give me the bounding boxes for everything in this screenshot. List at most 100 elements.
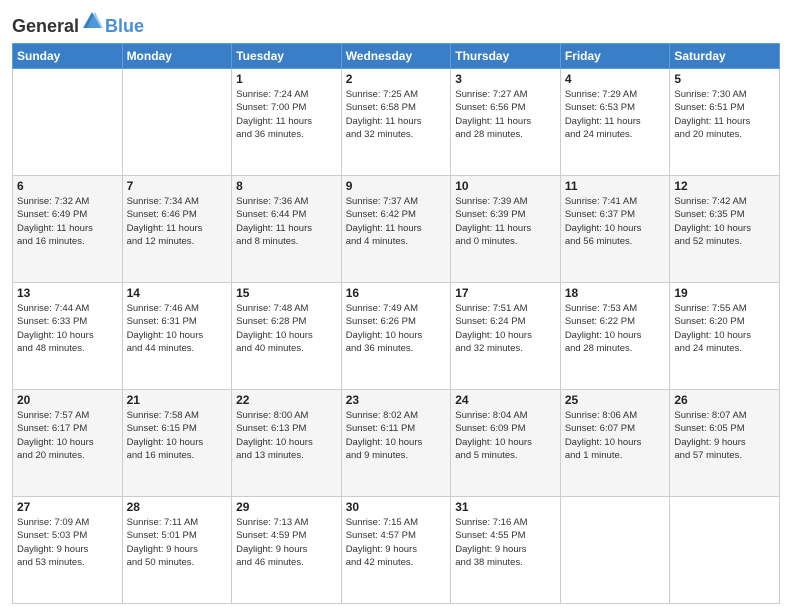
calendar-cell: 1 Sunrise: 7:24 AM Sunset: 7:00 PM Daylig… <box>232 69 342 176</box>
day-info: Sunrise: 7:48 AM Sunset: 6:28 PM Dayligh… <box>236 302 337 355</box>
calendar-cell <box>670 497 780 604</box>
calendar-cell: 4Sunrise: 7:29 AM Sunset: 6:53 PM Daylig… <box>560 69 670 176</box>
weekday-header-cell: Sunday <box>13 44 123 69</box>
calendar-cell: 30 Sunrise: 7:15 AM Sunset: 4:57 PM Dayli… <box>341 497 451 604</box>
weekday-header-cell: Friday <box>560 44 670 69</box>
day-info: Sunrise: 8:07 AM Sunset: 6:05 PM Dayligh… <box>674 409 775 462</box>
day-number: 16 <box>346 286 447 300</box>
calendar-cell: 21 Sunrise: 7:58 AM Sunset: 6:15 PM Dayli… <box>122 390 232 497</box>
day-number: 9 <box>346 179 447 193</box>
calendar-cell: 20 Sunrise: 7:57 AM Sunset: 6:17 PM Dayli… <box>13 390 123 497</box>
day-info: Sunrise: 7:32 AM Sunset: 6:49 PM Dayligh… <box>17 195 118 248</box>
calendar-cell <box>560 497 670 604</box>
calendar-cell: 5Sunrise: 7:30 AM Sunset: 6:51 PM Daylig… <box>670 69 780 176</box>
calendar-cell: 8 Sunrise: 7:36 AM Sunset: 6:44 PM Daylig… <box>232 176 342 283</box>
day-info: Sunrise: 7:15 AM Sunset: 4:57 PM Dayligh… <box>346 516 447 569</box>
calendar-cell: 13 Sunrise: 7:44 AM Sunset: 6:33 PM Dayli… <box>13 283 123 390</box>
calendar-cell: 22Sunrise: 8:00 AM Sunset: 6:13 PM Dayli… <box>232 390 342 497</box>
calendar-cell: 15 Sunrise: 7:48 AM Sunset: 6:28 PM Dayli… <box>232 283 342 390</box>
day-number: 7 <box>127 179 228 193</box>
calendar-cell: 27Sunrise: 7:09 AM Sunset: 5:03 PM Dayli… <box>13 497 123 604</box>
day-number: 21 <box>127 393 228 407</box>
logo-text: General Blue <box>12 10 144 37</box>
day-number: 2 <box>346 72 447 86</box>
day-info: Sunrise: 7:13 AM Sunset: 4:59 PM Dayligh… <box>236 516 337 569</box>
day-number: 4 <box>565 72 666 86</box>
day-info: Sunrise: 7:37 AM Sunset: 6:42 PM Dayligh… <box>346 195 447 248</box>
weekday-header-cell: Thursday <box>451 44 561 69</box>
day-number: 31 <box>455 500 556 514</box>
day-info: Sunrise: 7:51 AM Sunset: 6:24 PM Dayligh… <box>455 302 556 355</box>
day-info: Sunrise: 7:34 AM Sunset: 6:46 PM Dayligh… <box>127 195 228 248</box>
day-number: 25 <box>565 393 666 407</box>
calendar-cell: 16 Sunrise: 7:49 AM Sunset: 6:26 PM Dayli… <box>341 283 451 390</box>
day-number: 18 <box>565 286 666 300</box>
page-header: General Blue <box>12 10 780 37</box>
day-number: 30 <box>346 500 447 514</box>
weekday-header-cell: Monday <box>122 44 232 69</box>
day-number: 12 <box>674 179 775 193</box>
weekday-header-cell: Tuesday <box>232 44 342 69</box>
calendar-table: SundayMondayTuesdayWednesdayThursdayFrid… <box>12 43 780 604</box>
day-number: 20 <box>17 393 118 407</box>
calendar-cell: 25 Sunrise: 8:06 AM Sunset: 6:07 PM Dayli… <box>560 390 670 497</box>
day-info: Sunrise: 7:16 AM Sunset: 4:55 PM Dayligh… <box>455 516 556 569</box>
day-number: 15 <box>236 286 337 300</box>
calendar-cell: 31 Sunrise: 7:16 AM Sunset: 4:55 PM Dayli… <box>451 497 561 604</box>
day-number: 28 <box>127 500 228 514</box>
logo-blue: Blue <box>105 16 144 36</box>
day-number: 3 <box>455 72 556 86</box>
day-info: Sunrise: 7:58 AM Sunset: 6:15 PM Dayligh… <box>127 409 228 462</box>
day-number: 8 <box>236 179 337 193</box>
weekday-header-row: SundayMondayTuesdayWednesdayThursdayFrid… <box>13 44 780 69</box>
logo-general: General <box>12 16 79 36</box>
logo-icon <box>81 10 103 32</box>
weekday-header-cell: Wednesday <box>341 44 451 69</box>
calendar-cell: 17 Sunrise: 7:51 AM Sunset: 6:24 PM Dayli… <box>451 283 561 390</box>
day-number: 17 <box>455 286 556 300</box>
calendar-cell: 6 Sunrise: 7:32 AM Sunset: 6:49 PM Daylig… <box>13 176 123 283</box>
calendar-cell: 3 Sunrise: 7:27 AM Sunset: 6:56 PM Daylig… <box>451 69 561 176</box>
calendar-cell: 28 Sunrise: 7:11 AM Sunset: 5:01 PM Dayli… <box>122 497 232 604</box>
day-number: 14 <box>127 286 228 300</box>
day-info: Sunrise: 7:42 AM Sunset: 6:35 PM Dayligh… <box>674 195 775 248</box>
day-info: Sunrise: 7:27 AM Sunset: 6:56 PM Dayligh… <box>455 88 556 141</box>
calendar-cell: 14Sunrise: 7:46 AM Sunset: 6:31 PM Dayli… <box>122 283 232 390</box>
day-info: Sunrise: 7:24 AM Sunset: 7:00 PM Dayligh… <box>236 88 337 141</box>
day-info: Sunrise: 7:41 AM Sunset: 6:37 PM Dayligh… <box>565 195 666 248</box>
calendar-cell: 24Sunrise: 8:04 AM Sunset: 6:09 PM Dayli… <box>451 390 561 497</box>
day-number: 22 <box>236 393 337 407</box>
calendar-cell: 11Sunrise: 7:41 AM Sunset: 6:37 PM Dayli… <box>560 176 670 283</box>
day-info: Sunrise: 7:44 AM Sunset: 6:33 PM Dayligh… <box>17 302 118 355</box>
day-info: Sunrise: 8:06 AM Sunset: 6:07 PM Dayligh… <box>565 409 666 462</box>
day-info: Sunrise: 7:49 AM Sunset: 6:26 PM Dayligh… <box>346 302 447 355</box>
calendar-cell: 23 Sunrise: 8:02 AM Sunset: 6:11 PM Dayli… <box>341 390 451 497</box>
day-number: 26 <box>674 393 775 407</box>
logo: General Blue <box>12 10 144 37</box>
calendar-cell: 12 Sunrise: 7:42 AM Sunset: 6:35 PM Dayli… <box>670 176 780 283</box>
calendar-cell: 18 Sunrise: 7:53 AM Sunset: 6:22 PM Dayli… <box>560 283 670 390</box>
calendar-cell: 19 Sunrise: 7:55 AM Sunset: 6:20 PM Dayli… <box>670 283 780 390</box>
day-info: Sunrise: 7:36 AM Sunset: 6:44 PM Dayligh… <box>236 195 337 248</box>
day-number: 6 <box>17 179 118 193</box>
calendar-cell: 9 Sunrise: 7:37 AM Sunset: 6:42 PM Daylig… <box>341 176 451 283</box>
day-info: Sunrise: 7:25 AM Sunset: 6:58 PM Dayligh… <box>346 88 447 141</box>
calendar-week-row: 13 Sunrise: 7:44 AM Sunset: 6:33 PM Dayli… <box>13 283 780 390</box>
calendar-cell: 2 Sunrise: 7:25 AM Sunset: 6:58 PM Daylig… <box>341 69 451 176</box>
day-number: 1 <box>236 72 337 86</box>
day-info: Sunrise: 7:53 AM Sunset: 6:22 PM Dayligh… <box>565 302 666 355</box>
day-info: Sunrise: 8:02 AM Sunset: 6:11 PM Dayligh… <box>346 409 447 462</box>
calendar-week-row: 27Sunrise: 7:09 AM Sunset: 5:03 PM Dayli… <box>13 497 780 604</box>
day-info: Sunrise: 7:09 AM Sunset: 5:03 PM Dayligh… <box>17 516 118 569</box>
day-info: Sunrise: 7:11 AM Sunset: 5:01 PM Dayligh… <box>127 516 228 569</box>
day-info: Sunrise: 8:04 AM Sunset: 6:09 PM Dayligh… <box>455 409 556 462</box>
day-info: Sunrise: 7:57 AM Sunset: 6:17 PM Dayligh… <box>17 409 118 462</box>
day-info: Sunrise: 7:55 AM Sunset: 6:20 PM Dayligh… <box>674 302 775 355</box>
calendar-body: 1 Sunrise: 7:24 AM Sunset: 7:00 PM Daylig… <box>13 69 780 604</box>
day-number: 23 <box>346 393 447 407</box>
day-number: 19 <box>674 286 775 300</box>
day-number: 5 <box>674 72 775 86</box>
weekday-header-cell: Saturday <box>670 44 780 69</box>
calendar-week-row: 1 Sunrise: 7:24 AM Sunset: 7:00 PM Daylig… <box>13 69 780 176</box>
day-number: 13 <box>17 286 118 300</box>
